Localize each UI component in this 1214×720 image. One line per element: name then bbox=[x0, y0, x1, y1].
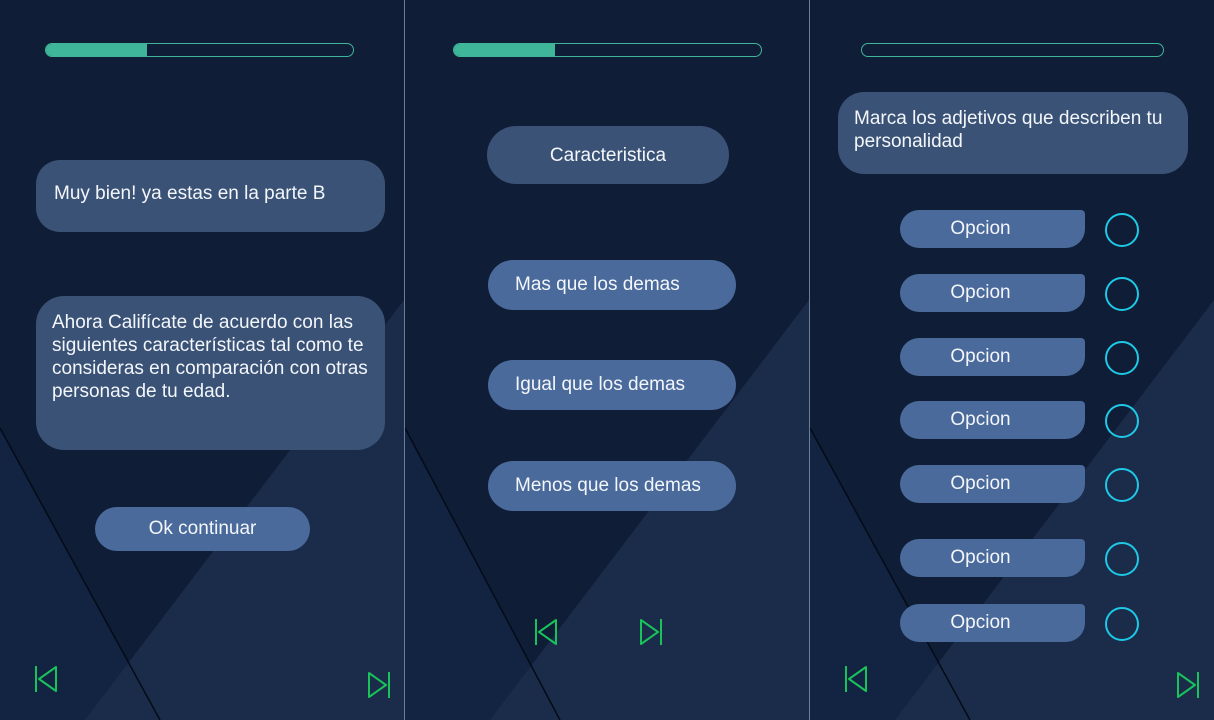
instruction-bubble: Ahora Califícate de acuerdo con las sigu… bbox=[36, 296, 385, 450]
adjective-option-label: Opcion bbox=[950, 218, 1011, 239]
option-less-label: Menos que los demas bbox=[515, 475, 701, 496]
progress-fill bbox=[46, 44, 148, 56]
adjective-radio[interactable] bbox=[1105, 607, 1139, 641]
message-bubble: Muy bien! ya estas en la parte B bbox=[36, 160, 385, 232]
adjective-option-label: Opcion bbox=[950, 346, 1011, 367]
adjective-option-label: Opcion bbox=[950, 409, 1011, 430]
progress-bar bbox=[453, 43, 762, 57]
characteristic-label: Caracteristica bbox=[549, 144, 667, 166]
skip-forward-icon[interactable] bbox=[366, 670, 392, 700]
screen-adjectives: Marca los adjetivos que describen tu per… bbox=[810, 0, 1214, 720]
adjective-radio[interactable] bbox=[1105, 341, 1139, 375]
adjective-radio[interactable] bbox=[1105, 542, 1139, 576]
skip-back-icon[interactable] bbox=[34, 664, 60, 694]
adjective-radio[interactable] bbox=[1105, 277, 1139, 311]
continue-button-label: Ok continuar bbox=[148, 518, 257, 539]
adjective-radio[interactable] bbox=[1105, 468, 1139, 502]
skip-forward-icon[interactable] bbox=[638, 617, 664, 647]
adjective-option-button[interactable]: Opcion bbox=[900, 604, 1085, 642]
adjective-option-button[interactable]: Opcion bbox=[900, 539, 1085, 577]
adjective-option-label: Opcion bbox=[950, 473, 1011, 494]
adjective-option-label: Opcion bbox=[950, 612, 1011, 633]
question-text: Marca los adjetivos que describen tu per… bbox=[854, 108, 1163, 152]
screen-rate-characteristic: Caracteristica Mas que los demas Igual q… bbox=[405, 0, 809, 720]
adjective-option-label: Opcion bbox=[950, 547, 1011, 568]
option-equal-button[interactable]: Igual que los demas bbox=[488, 360, 736, 410]
message-text: Muy bien! ya estas en la parte B bbox=[54, 183, 326, 204]
screen-part-b-intro: Muy bien! ya estas en la parte B Ahora C… bbox=[0, 0, 404, 720]
adjective-option-button[interactable]: Opcion bbox=[900, 210, 1085, 248]
adjective-radio[interactable] bbox=[1105, 213, 1139, 247]
option-equal-label: Igual que los demas bbox=[515, 374, 686, 395]
adjective-option-button[interactable]: Opcion bbox=[900, 338, 1085, 376]
question-bubble: Marca los adjetivos que describen tu per… bbox=[838, 92, 1188, 174]
progress-bar bbox=[45, 43, 354, 57]
adjective-option-button[interactable]: Opcion bbox=[900, 274, 1085, 312]
adjective-option-label: Opcion bbox=[950, 282, 1011, 303]
option-less-button[interactable]: Menos que los demas bbox=[488, 461, 736, 511]
adjective-option-button[interactable]: Opcion bbox=[900, 465, 1085, 503]
skip-back-icon[interactable] bbox=[534, 617, 560, 647]
characteristic-bubble: Caracteristica bbox=[487, 126, 729, 184]
adjective-radio[interactable] bbox=[1105, 404, 1139, 438]
option-more-label: Mas que los demas bbox=[515, 274, 680, 295]
progress-bar bbox=[861, 43, 1164, 57]
instruction-text: Ahora Califícate de acuerdo con las sigu… bbox=[52, 312, 368, 402]
continue-button[interactable]: Ok continuar bbox=[95, 507, 310, 551]
skip-forward-icon[interactable] bbox=[1175, 670, 1201, 700]
adjective-option-button[interactable]: Opcion bbox=[900, 401, 1085, 439]
progress-fill bbox=[454, 44, 556, 56]
skip-back-icon[interactable] bbox=[844, 664, 870, 694]
option-more-button[interactable]: Mas que los demas bbox=[488, 260, 736, 310]
